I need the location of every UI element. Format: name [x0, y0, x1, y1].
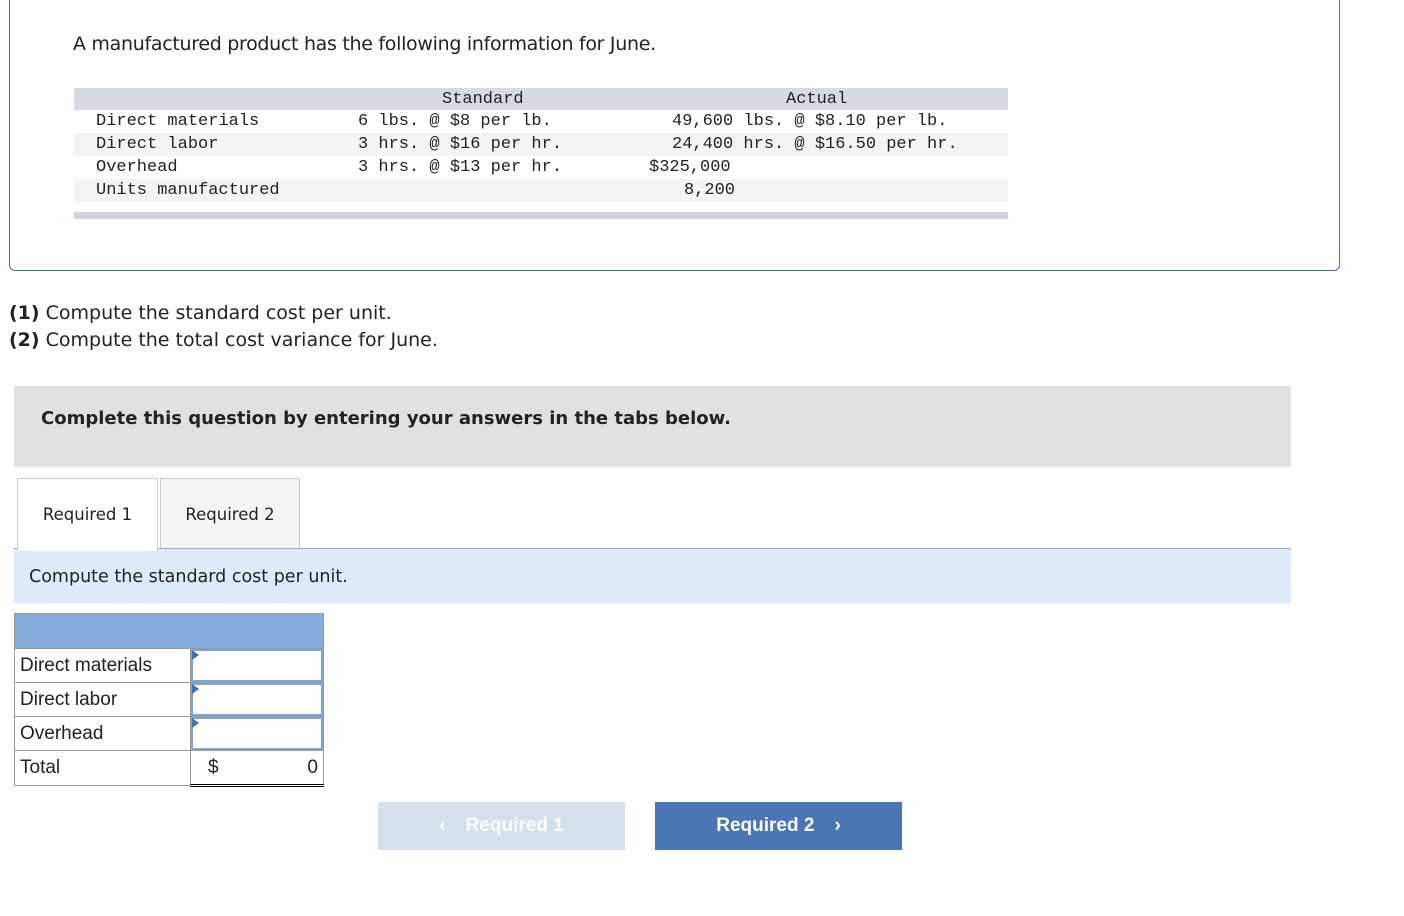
question-text: Compute the standard cost per unit.	[39, 302, 392, 324]
next-button[interactable]: Required 2 ›	[655, 802, 902, 850]
prev-button[interactable]: ‹ Required 1	[378, 802, 625, 850]
prev-label: Required 1	[465, 815, 564, 836]
question-text: Compute the total cost variance for June…	[39, 329, 438, 351]
row-label: Direct materials	[96, 112, 260, 131]
row-actual: $325,000	[649, 158, 731, 177]
total-cell: $0	[190, 750, 324, 787]
table-row: Overhead 3 hrs. @ $13 per hr. $325,000	[74, 156, 1008, 179]
table-row: Direct materials 6 lbs. @ $8 per lb. 49,…	[74, 110, 1008, 133]
header-standard: Standard	[442, 90, 524, 109]
question-1: (1) Compute the standard cost per unit.	[9, 302, 392, 324]
tab-required-2[interactable]: Required 2	[160, 478, 300, 550]
chevron-right-icon: ›	[834, 815, 841, 836]
table-footer	[74, 212, 1008, 219]
instruction-text: Compute the standard cost per unit.	[29, 567, 348, 587]
row-label: Direct labor	[96, 135, 219, 154]
total-row: Total $0	[14, 750, 324, 787]
row-standard: 3 hrs. @ $13 per hr.	[358, 158, 563, 177]
table-row: Units manufactured 8,200	[74, 179, 1008, 202]
question-2: (2) Compute the total cost variance for …	[9, 329, 438, 351]
direct-materials-input[interactable]	[191, 649, 323, 682]
instruction-banner: Complete this question by entering your …	[14, 386, 1291, 467]
row-actual: 24,400 hrs. @ $16.50 per hr.	[672, 135, 958, 154]
row-label: Overhead	[14, 716, 191, 751]
question-number: (2)	[9, 329, 40, 351]
row-standard: 6 lbs. @ $8 per lb.	[358, 112, 552, 131]
table-row: Direct labor 3 hrs. @ $16 per hr. 24,400…	[74, 133, 1008, 156]
banner-text: Complete this question by entering your …	[41, 408, 731, 429]
tab-instruction: Compute the standard cost per unit.	[14, 549, 1291, 603]
overhead-input[interactable]	[191, 717, 323, 750]
data-table: Standard Actual Direct materials 6 lbs. …	[74, 88, 1008, 219]
answer-table-header	[14, 613, 324, 649]
chevron-left-icon: ‹	[439, 815, 446, 836]
total-value: 0	[307, 757, 318, 778]
answer-table: Direct materials Direct labor Overhead T…	[14, 613, 324, 787]
currency-symbol: $	[208, 757, 219, 778]
row-standard: 3 hrs. @ $16 per hr.	[358, 135, 563, 154]
question-number: (1)	[9, 302, 40, 324]
next-label: Required 2	[716, 815, 815, 836]
row-label: Direct labor	[14, 682, 191, 717]
input-marker-icon	[192, 684, 199, 694]
table-row: Overhead	[14, 716, 324, 751]
header-actual: Actual	[786, 90, 848, 109]
row-label: Direct materials	[14, 648, 191, 683]
row-label: Overhead	[96, 158, 178, 177]
input-marker-icon	[192, 718, 199, 728]
row-label: Units manufactured	[96, 181, 280, 200]
input-marker-icon	[192, 650, 199, 660]
tab-required-1[interactable]: Required 1	[17, 478, 158, 551]
table-row: Direct materials	[14, 648, 324, 683]
table-row: Direct labor	[14, 682, 324, 717]
data-table-header: Standard Actual	[74, 88, 1008, 110]
intro-text: A manufactured product has the following…	[73, 33, 656, 55]
direct-labor-input[interactable]	[191, 683, 323, 716]
row-label: Total	[14, 750, 191, 786]
row-actual: 49,600 lbs. @ $8.10 per lb.	[672, 112, 948, 131]
row-actual: 8,200	[684, 181, 736, 200]
